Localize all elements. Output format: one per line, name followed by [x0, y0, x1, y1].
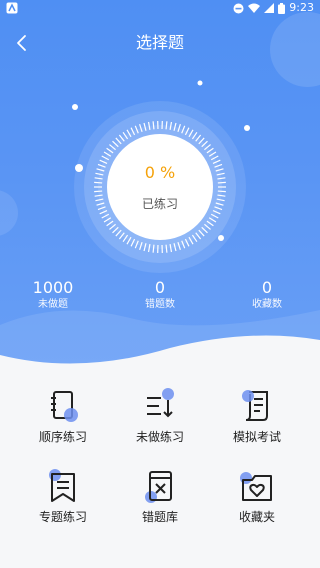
stat-value: 0: [261, 278, 273, 297]
dnd-icon: [233, 3, 244, 13]
status-time: 9:23: [289, 1, 314, 14]
menu-label: 未做练习: [135, 430, 184, 444]
top-bar: 选择题: [0, 28, 320, 58]
stat-value: 1000: [32, 278, 74, 297]
progress-label: 已练习: [141, 196, 178, 211]
screen: 9:23 选择题 0 % 已练习 1000 未做题 0 错题数 0 收藏数 顺序…: [0, 0, 320, 568]
notebook-icon: [51, 391, 78, 422]
progress-percent: 0 %: [144, 162, 176, 182]
menu-undone-practice[interactable]: 未做练习: [115, 380, 205, 460]
stat-value: 0: [154, 278, 166, 297]
gauge-tick: [94, 190, 103, 193]
battery-icon: [278, 2, 286, 14]
menu-topic-practice[interactable]: 专题练习: [18, 460, 108, 540]
gauge-tick: [94, 181, 103, 184]
menu-label: 专题练习: [38, 510, 87, 524]
menu-label: 错题库: [141, 510, 178, 524]
gauge-tick: [217, 190, 226, 193]
favorites-folder-icon: [240, 472, 272, 501]
stats-row: 1000 未做题 0 错题数 0 收藏数: [0, 278, 320, 318]
gauge-tick: [152, 244, 155, 253]
notification-icon: [6, 2, 18, 14]
gauge-tick: [152, 121, 155, 130]
status-bar: 9:23: [0, 0, 320, 16]
signal-icon: [264, 3, 275, 13]
decorative-bubble: [0, 190, 18, 236]
progress-gauge: 0 % 已练习: [73, 100, 247, 274]
wrong-book-icon: [145, 471, 172, 503]
gauge-tick: [165, 244, 168, 253]
bookmark-icon: [49, 469, 75, 502]
stat-label: 未做题: [38, 299, 68, 310]
stat-wrong[interactable]: 0 错题数: [107, 278, 213, 312]
stat-label: 错题数: [145, 299, 175, 310]
menu-sequential-practice[interactable]: 顺序练习: [18, 380, 108, 460]
stat-favorites[interactable]: 0 收藏数: [214, 278, 320, 312]
gauge-center: 0 % 已练习: [107, 134, 213, 240]
menu-label: 顺序练习: [38, 430, 87, 444]
header-background: 9:23 选择题 0 % 已练习 1000 未做题 0 错题数 0 收藏数: [0, 0, 320, 390]
list-sort-icon: [147, 388, 174, 418]
stat-undone[interactable]: 1000 未做题: [0, 278, 106, 312]
page-title: 选择题: [135, 33, 184, 52]
gauge-tick: [165, 121, 168, 130]
menu-label: 模拟考试: [232, 430, 281, 444]
menu-wrong-questions[interactable]: 错题库: [115, 460, 205, 540]
stat-label: 收藏数: [252, 299, 282, 310]
menu-label: 收藏夹: [238, 510, 275, 524]
menu-grid: 顺序练习 未做练习 模拟考试 专题练习 错题库 收藏夹: [0, 380, 320, 568]
menu-favorites[interactable]: 收藏夹: [212, 460, 302, 540]
menu-mock-exam[interactable]: 模拟考试: [212, 380, 302, 460]
gauge-tick: [217, 181, 226, 184]
wifi-icon: [248, 3, 261, 13]
exam-paper-icon: [242, 390, 268, 421]
